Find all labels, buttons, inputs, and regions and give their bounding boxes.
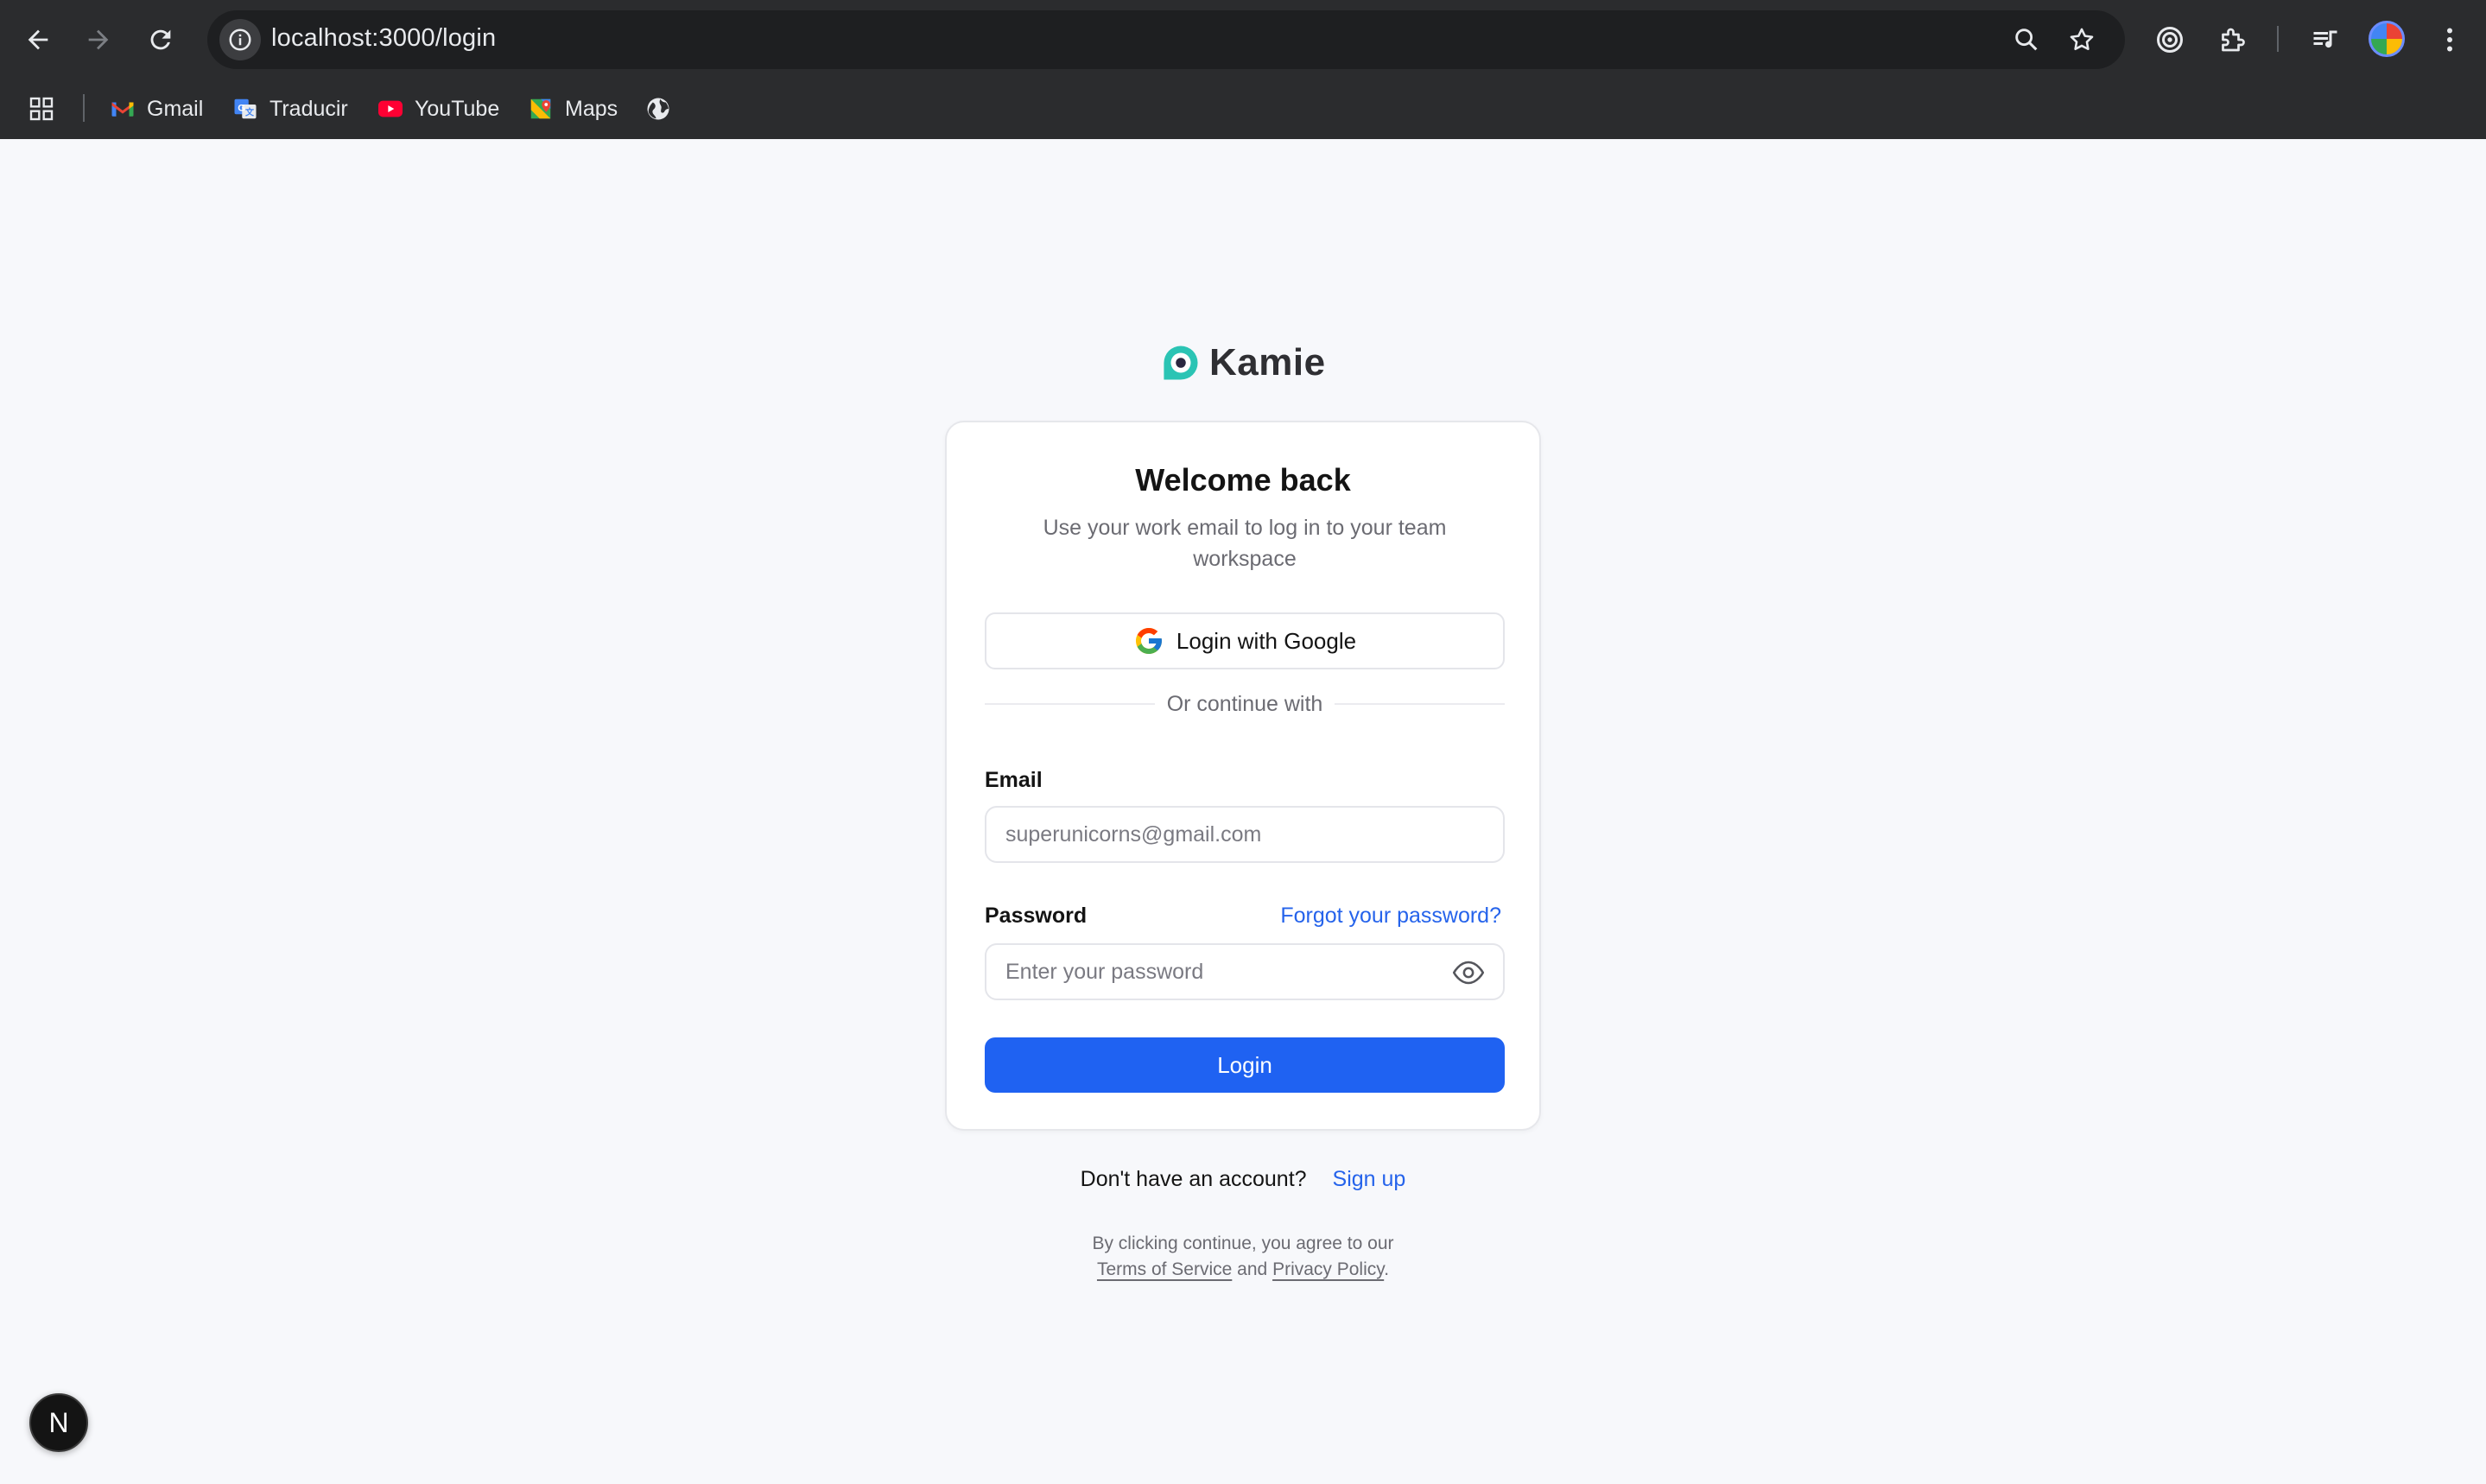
gmail-icon [109,95,136,123]
email-field[interactable] [986,808,1503,861]
bookmark-traducir[interactable]: G文 Traducir [231,92,348,126]
legal-prefix: By clicking continue, you agree to our [1092,1233,1394,1253]
signup-link[interactable]: Sign up [1333,1167,1406,1191]
address-bar[interactable]: localhost:3000/login [207,10,2125,69]
reload-icon [150,29,171,50]
media-queue-icon[interactable] [2305,19,2346,60]
login-card: Welcome back Use your work email to log … [945,421,1541,1131]
svg-text:文: 文 [245,107,255,118]
password-label: Password [985,904,1088,928]
card-subtitle: Use your work email to log in to your te… [1043,516,1447,571]
email-label: Email [985,768,1043,792]
legal-notice: By clicking continue, you agree to our T… [945,1231,1541,1283]
bookmark-gmail[interactable]: Gmail [109,92,203,126]
youtube-icon [377,95,404,123]
password-field-wrapper [985,943,1505,1000]
forgot-password-link[interactable]: Forgot your password? [1280,904,1501,929]
back-button[interactable] [14,16,62,64]
legal-period: . [1384,1259,1390,1279]
google-icon [1135,628,1162,654]
signup-row: Don't have an account? Sign up [945,1167,1541,1192]
brand-header: Kamie [1161,336,1326,390]
bookmarks-bar: Gmail G文 Traducir YouTube Maps [0,81,2486,135]
divider-line [985,703,1155,705]
privacy-link[interactable]: Privacy Policy [1272,1259,1384,1279]
bookmarks-divider [83,94,85,122]
terms-link[interactable]: Terms of Service [1097,1259,1232,1279]
site-info-icon[interactable] [219,19,261,60]
url-text[interactable]: localhost:3000/login [271,24,496,53]
nextjs-dev-badge[interactable]: N [29,1393,88,1452]
maps-icon [527,95,555,123]
google-login-button[interactable]: Login with Google [985,612,1505,669]
browser-chrome: localhost:3000/login Gmail G文 Traducir Y… [0,0,2486,139]
password-field[interactable] [986,945,1503,999]
login-button[interactable]: Login [985,1037,1505,1093]
bookmark-label: Traducir [270,96,348,121]
apps-grid-icon[interactable] [28,95,55,123]
extension-target-icon[interactable] [2149,19,2191,60]
extensions-puzzle-icon[interactable] [2211,19,2253,60]
brand-name: Kamie [1209,341,1326,384]
show-password-eye-icon[interactable] [1451,959,1486,986]
signup-prompt: Don't have an account? [1080,1167,1307,1191]
email-field-wrapper [985,806,1505,863]
divider-text: Or continue with [1166,691,1323,716]
zoom-icon[interactable] [2009,22,2044,57]
reload-button[interactable] [136,16,185,64]
translate-icon: G文 [231,95,259,123]
bookmark-star-icon[interactable] [2064,22,2099,57]
bookmark-youtube[interactable]: YouTube [377,92,499,126]
arrow-right-icon [88,29,109,50]
card-title: Welcome back [1135,462,1351,498]
bookmark-label: Maps [565,96,618,121]
bookmark-label: YouTube [415,96,500,121]
profile-avatar[interactable] [2369,21,2405,57]
legal-links-line: Terms of Service and Privacy Policy. [945,1257,1541,1283]
forward-button[interactable] [74,16,123,64]
arrow-left-icon [28,29,48,50]
google-button-label: Login with Google [1176,627,1357,654]
or-divider: Or continue with [985,687,1506,721]
kamie-logo-icon [1164,346,1198,380]
bookmark-maps[interactable]: Maps [527,92,618,126]
more-menu-icon[interactable] [2429,19,2470,60]
svg-text:G: G [238,104,245,114]
bookmark-label: Gmail [147,96,204,121]
globe-icon [644,95,672,123]
divider-line [1335,703,1506,705]
toolbar-divider [2277,26,2279,52]
legal-and: and [1237,1259,1268,1279]
bookmark-globe[interactable] [644,92,672,126]
page-content: Kamie Welcome back Use your work email t… [0,139,2486,1484]
